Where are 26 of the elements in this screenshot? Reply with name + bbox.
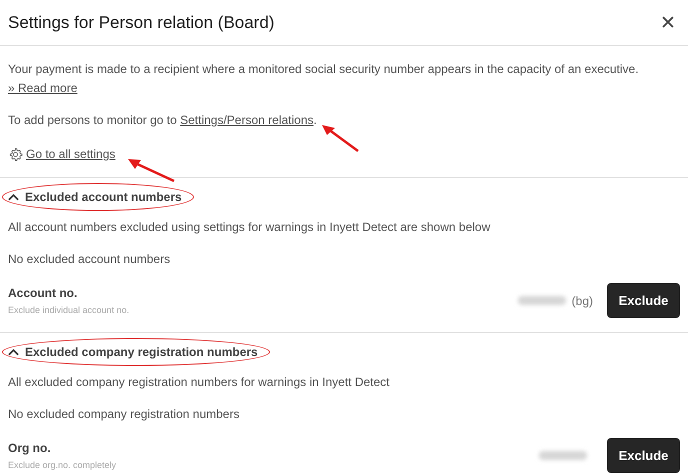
close-button[interactable]: ✕	[660, 10, 676, 34]
section-description: All account numbers excluded using settings for warnings in Inyett Detect are shown below	[8, 220, 492, 234]
section-toggle[interactable]: Excluded account numbers	[8, 190, 182, 204]
settings-icon	[8, 146, 23, 162]
all-settings-link[interactable]: Go to all settings	[26, 147, 116, 161]
monitor-text: To add persons to monitor go to	[8, 113, 178, 127]
read-more-link[interactable]: » Read more	[8, 81, 78, 95]
section-toggle[interactable]: Excluded company registration numbers	[8, 345, 258, 359]
value-suffix: (bg)	[572, 294, 593, 308]
caret-icon	[8, 193, 19, 201]
caret-icon	[8, 348, 19, 356]
field-hint: Exclude individual account no.	[8, 305, 130, 315]
field-label: Org no.	[8, 441, 52, 455]
empty-state-text: No excluded account numbers	[8, 252, 172, 266]
person-relations-link[interactable]: Settings/Person relations	[180, 113, 314, 127]
redacted-value	[518, 296, 566, 305]
exclude-button[interactable]: Exclude	[607, 283, 680, 318]
field-label: Account no.	[8, 286, 78, 300]
dialog-title: Settings for Person relation (Board)	[8, 12, 274, 32]
empty-state-text: No excluded company registration numbers	[8, 407, 240, 421]
period-text: .	[314, 113, 317, 127]
exclude-button[interactable]: Exclude	[607, 438, 680, 473]
redacted-value	[539, 451, 587, 460]
description-text: Your payment is made to a recipient where a monitored social security number appears in the capacity of an executive.	[8, 62, 640, 76]
section-description: All excluded company registration numbers for warnings in Inyett Detect	[8, 375, 391, 389]
field-hint: Exclude org.no. completely	[8, 460, 118, 470]
